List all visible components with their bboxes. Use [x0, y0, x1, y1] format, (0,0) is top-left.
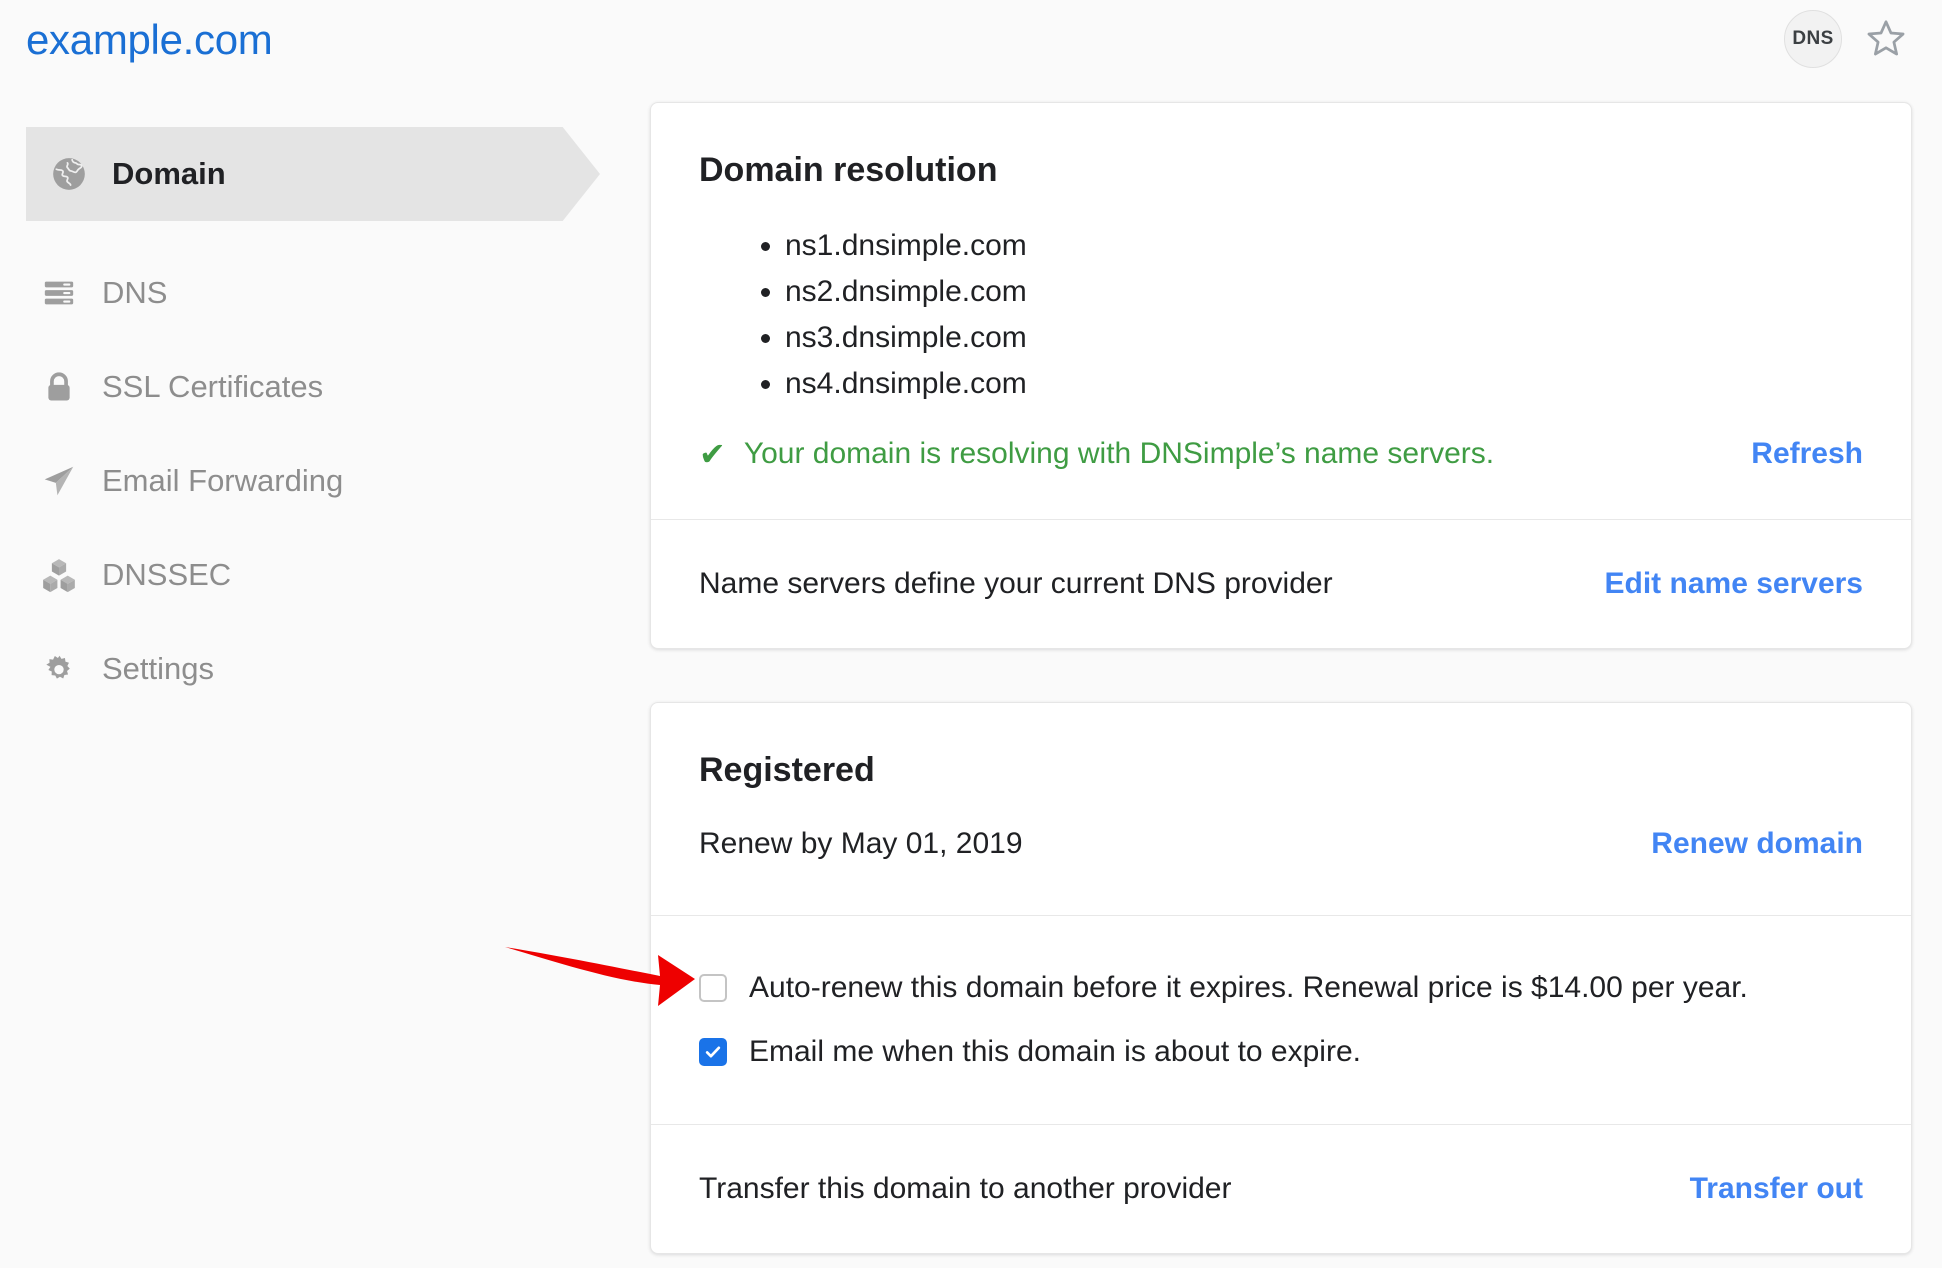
sidebar-item-settings[interactable]: Settings — [0, 622, 650, 716]
globe-icon — [46, 151, 92, 197]
transfer-row: Transfer this domain to another provider… — [699, 1125, 1863, 1253]
list-item: ns4.dnsimple.com — [785, 361, 1863, 407]
list-item: ns2.dnsimple.com — [785, 269, 1863, 315]
renew-row: Renew by May 01, 2019 Renew domain — [699, 791, 1863, 915]
status-badge: ✔ Your domain is resolving with DNSimple… — [699, 435, 1494, 473]
header-actions: DNS — [1784, 10, 1914, 68]
nameserver-info-text: Name servers define your current DNS pro… — [699, 567, 1333, 600]
expire-email-checkbox[interactable] — [699, 1038, 727, 1066]
list-item: ns1.dnsimple.com — [785, 223, 1863, 269]
sidebar-item-domain[interactable]: Domain — [0, 102, 650, 246]
star-outline-icon — [1867, 20, 1905, 56]
registered-card: Registered Renew by May 01, 2019 Renew d… — [650, 702, 1912, 1254]
resolution-status-row: ✔ Your domain is resolving with DNSimple… — [699, 407, 1863, 519]
nameserver-info-section: Name servers define your current DNS pro… — [651, 519, 1911, 648]
list-item: ns3.dnsimple.com — [785, 315, 1863, 361]
sidebar-item-label: SSL Certificates — [102, 369, 324, 404]
domain-management-page: example.com DNS Domain DNS SSL Certifica… — [0, 0, 1942, 1268]
domain-resolution-card: Domain resolution ns1.dnsimple.com ns2.d… — [650, 102, 1912, 649]
page-title[interactable]: example.com — [26, 14, 273, 66]
auto-renew-row[interactable]: Auto-renew this domain before it expires… — [699, 956, 1863, 1020]
favorite-star-button[interactable] — [1858, 11, 1914, 67]
dns-badge[interactable]: DNS — [1784, 10, 1842, 68]
sidebar-item-ssl-certificates[interactable]: SSL Certificates — [0, 340, 650, 434]
renew-by-text: Renew by May 01, 2019 — [699, 827, 1023, 860]
page-header: example.com DNS — [0, 0, 1942, 102]
sidebar-item-label: Settings — [102, 651, 215, 686]
sidebar-item-email-forwarding[interactable]: Email Forwarding — [0, 434, 650, 528]
edit-name-servers-link[interactable]: Edit name servers — [1605, 565, 1863, 603]
name-server-list: ns1.dnsimple.com ns2.dnsimple.com ns3.dn… — [785, 223, 1863, 407]
expire-email-label: Email me when this domain is about to ex… — [749, 1035, 1361, 1068]
lock-icon — [36, 364, 82, 410]
cubes-icon — [36, 552, 82, 598]
main-content: Domain resolution ns1.dnsimple.com ns2.d… — [650, 102, 1912, 1254]
resolution-section: Domain resolution ns1.dnsimple.com ns2.d… — [651, 103, 1911, 519]
auto-renew-label: Auto-renew this domain before it expires… — [749, 971, 1748, 1004]
check-mark-icon: ✔ — [699, 436, 726, 472]
paper-plane-icon — [36, 458, 82, 504]
registered-card-title: Registered — [699, 751, 875, 789]
renew-domain-link[interactable]: Renew domain — [1651, 825, 1863, 863]
sidebar-item-dnssec[interactable]: DNSSEC — [0, 528, 650, 622]
dns-records-icon — [36, 270, 82, 316]
gear-icon — [36, 646, 82, 692]
transfer-section: Transfer this domain to another provider… — [651, 1124, 1911, 1253]
refresh-link[interactable]: Refresh — [1751, 435, 1863, 473]
transfer-text: Transfer this domain to another provider — [699, 1172, 1232, 1205]
auto-renew-checkbox[interactable] — [699, 974, 727, 1002]
renewal-options-section: Auto-renew this domain before it expires… — [651, 915, 1911, 1124]
sidebar-nav: Domain DNS SSL Certificates Email Forwar… — [0, 102, 650, 716]
transfer-out-link[interactable]: Transfer out — [1690, 1170, 1863, 1208]
sidebar-item-label: DNSSEC — [102, 557, 232, 592]
resolution-card-title: Domain resolution — [699, 151, 998, 189]
nameserver-info-row: Name servers define your current DNS pro… — [699, 520, 1863, 648]
expire-email-row[interactable]: Email me when this domain is about to ex… — [699, 1020, 1863, 1084]
sidebar-item-label: DNS — [102, 275, 168, 310]
sidebar-item-label: Domain — [112, 156, 226, 191]
status-message: Your domain is resolving with DNSimple’s… — [743, 437, 1495, 470]
sidebar-item-dns[interactable]: DNS — [0, 246, 650, 340]
renewal-checkbox-group: Auto-renew this domain before it expires… — [699, 916, 1863, 1124]
registered-section: Registered Renew by May 01, 2019 Renew d… — [651, 703, 1911, 915]
check-icon — [705, 1046, 721, 1058]
sidebar-item-label: Email Forwarding — [102, 463, 344, 498]
